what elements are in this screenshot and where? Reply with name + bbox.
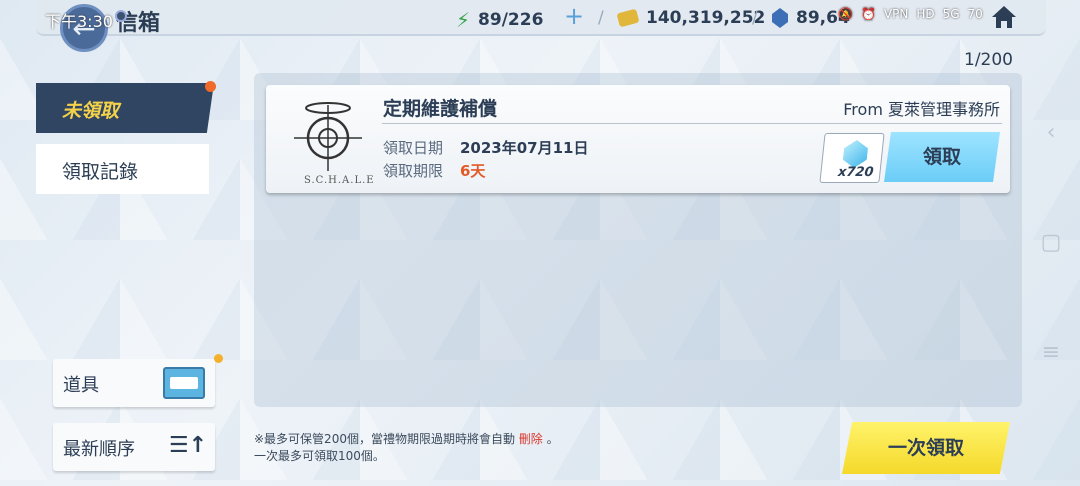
nav-back-icon[interactable]: ‹: [1040, 120, 1062, 145]
mail-title: 定期維護補償: [383, 98, 498, 120]
claim-button-label: 領取: [922, 146, 961, 168]
mail-divider: [382, 123, 1002, 124]
nav-home-icon[interactable]: ▢: [1040, 230, 1062, 255]
mail-item[interactable]: S.C.H.A.L.E 定期維護補償 From 夏萊管理事務所 領取日期 202…: [266, 85, 1010, 193]
system-time: 下午3:30: [45, 12, 113, 31]
claim-limit-value: 6天: [460, 162, 486, 180]
ap-bolt-icon: ⚡: [456, 8, 471, 32]
items-label: 道具: [63, 375, 99, 396]
unclaimed-badge-dot: [205, 81, 216, 92]
pyroxene-gem-icon: [772, 8, 788, 28]
nav-menu-icon[interactable]: ≡: [1040, 340, 1062, 365]
items-badge-dot: [214, 354, 223, 363]
tab-claim-history[interactable]: 領取記錄: [36, 144, 209, 194]
separator: /: [598, 8, 604, 28]
footnote-text-end: 。: [546, 432, 559, 446]
items-filter-button[interactable]: 道具: [53, 359, 215, 407]
sort-order-icon: ☰↑: [168, 433, 207, 458]
credit-card-icon: [616, 8, 640, 28]
credits-value: 140,319,252: [646, 8, 766, 28]
claim-button[interactable]: 領取: [884, 132, 1000, 182]
system-status-icons: 🔕 ⏰ VPN HD 5G 70: [838, 7, 983, 21]
footnote-text: ※最多可保管200個，當禮物期限過期時將會自動: [254, 432, 515, 446]
notification-dot-icon: [115, 10, 127, 22]
footnote-line-2: 一次最多可領取100個。: [254, 449, 385, 463]
reward-item[interactable]: x720: [819, 133, 885, 183]
claim-date-value: 2023年07月11日: [460, 139, 589, 157]
reward-quantity: x720: [837, 165, 875, 180]
sort-button[interactable]: 最新順序 ☰↑: [53, 423, 215, 471]
vpn-icon: VPN: [883, 7, 909, 21]
home-icon[interactable]: [990, 4, 1018, 30]
system-nav-bar: ‹ ▢ ≡: [1040, 0, 1080, 486]
claim-all-label: 一次領取: [887, 437, 964, 459]
footnote-delete-word: 刪除: [518, 432, 543, 446]
network-icon: 5G: [942, 7, 960, 21]
mute-icon: 🔕: [838, 7, 853, 21]
footnote-line-1: ※最多可保管200個，當禮物期限過期時將會自動 刪除 。: [254, 430, 559, 447]
pyroxene-gem-icon: [842, 140, 869, 168]
claim-all-button[interactable]: 一次領取: [842, 422, 1010, 474]
tab-unclaimed[interactable]: 未領取: [36, 83, 214, 133]
alarm-icon: ⏰: [860, 7, 876, 21]
schale-logo-text: S.C.H.A.L.E: [304, 175, 375, 186]
tab-history-label: 領取記錄: [62, 161, 139, 183]
hd-icon: HD: [916, 7, 935, 21]
mail-sender: From 夏萊管理事務所: [843, 100, 1000, 119]
ap-add-icon[interactable]: +: [564, 2, 584, 30]
ap-counter[interactable]: ⚡ 89/226: [456, 8, 543, 32]
mailbox-icon: [163, 367, 205, 399]
sort-label: 最新順序: [63, 439, 135, 460]
ap-value: 89/226: [478, 10, 544, 30]
credits-counter[interactable]: 140,319,252: [616, 8, 766, 28]
battery-icon: 70: [967, 7, 983, 21]
mail-count: 1/200: [964, 50, 1013, 70]
separator: /: [752, 8, 758, 28]
claim-limit-label: 領取期限: [383, 162, 444, 180]
tab-unclaimed-label: 未領取: [62, 100, 120, 122]
schale-logo: [294, 102, 362, 171]
claim-date-label: 領取日期: [383, 139, 444, 157]
